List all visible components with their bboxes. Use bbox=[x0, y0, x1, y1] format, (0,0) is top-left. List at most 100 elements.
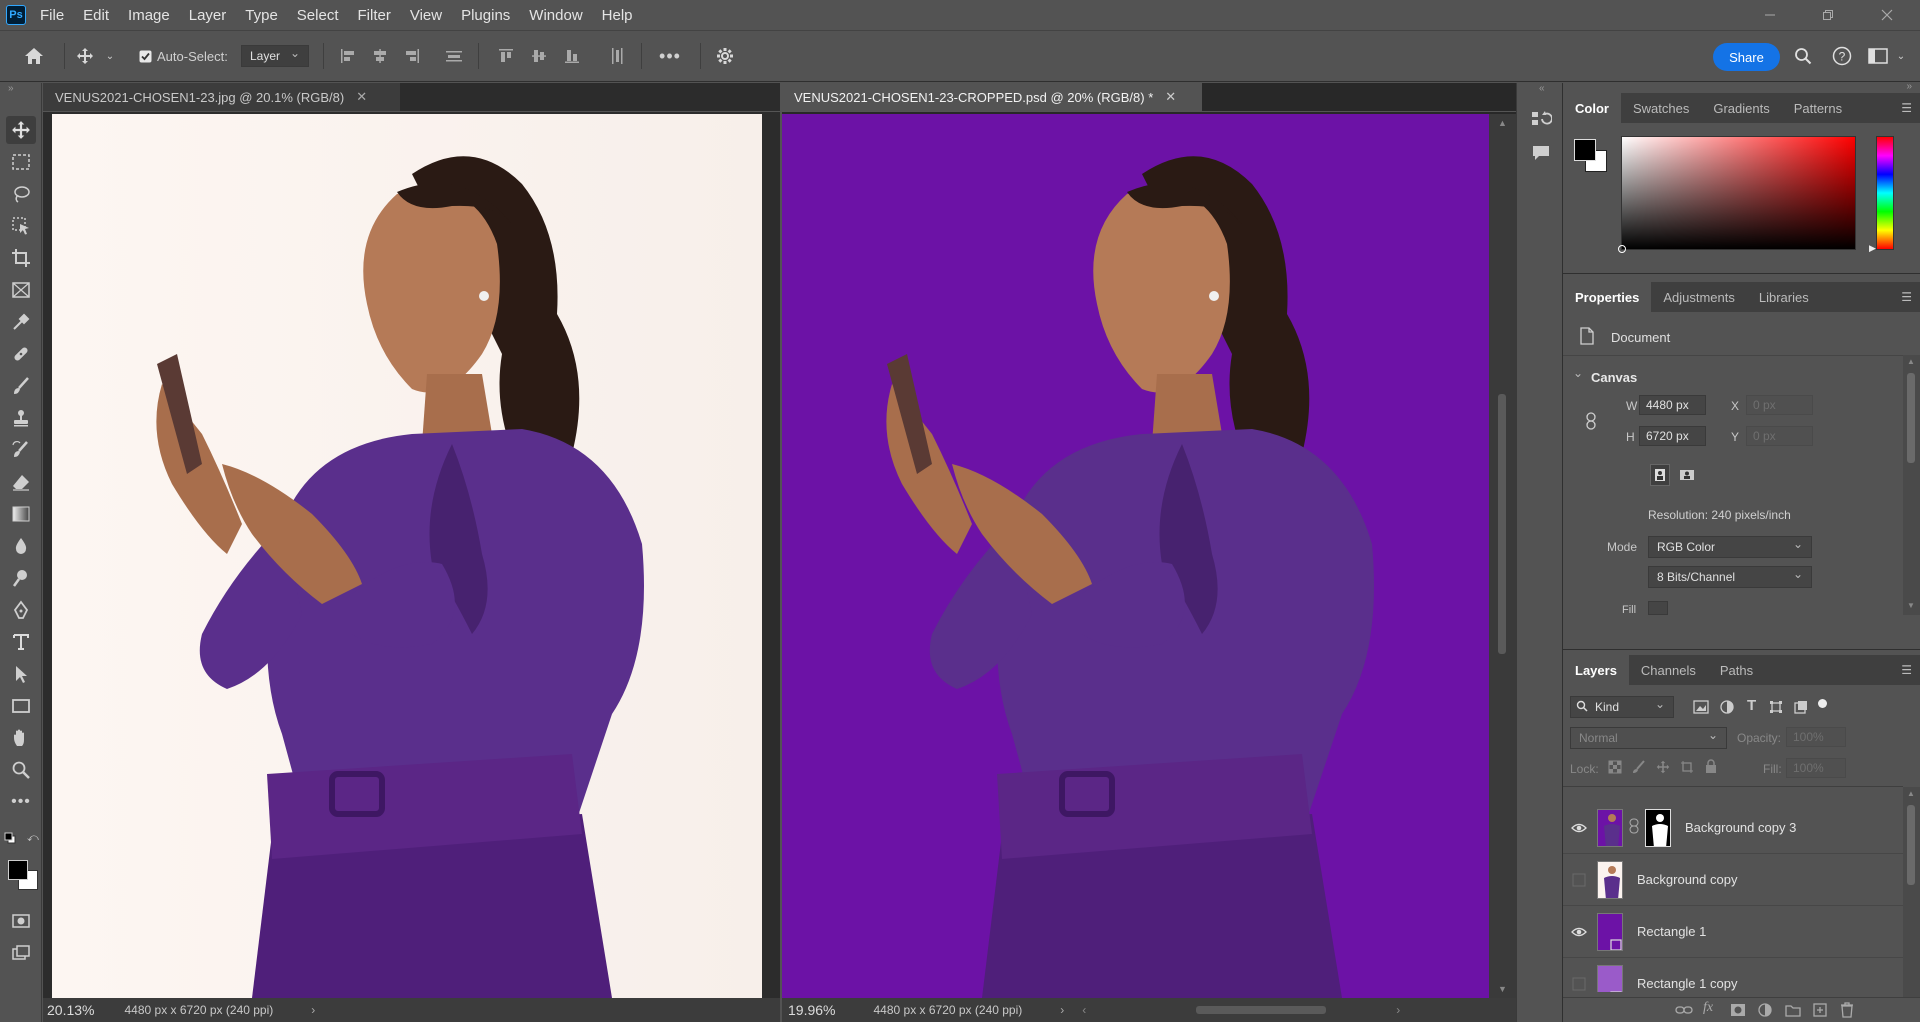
pen-tool-icon[interactable] bbox=[6, 596, 36, 624]
horizontal-scrollbar-thumb[interactable] bbox=[1196, 1006, 1327, 1014]
fg-bg-swatches[interactable] bbox=[1573, 138, 1609, 174]
canvas-cropped[interactable] bbox=[782, 114, 1489, 998]
filter-shape-icon[interactable] bbox=[1769, 700, 1783, 717]
scroll-right-icon[interactable]: › bbox=[1396, 1003, 1400, 1017]
layer-name[interactable]: Background copy 3 bbox=[1685, 820, 1796, 835]
layer-row[interactable]: Background copy 3 bbox=[1563, 802, 1903, 854]
tab-adjustments[interactable]: Adjustments bbox=[1651, 282, 1747, 312]
fill-swatch[interactable] bbox=[1648, 601, 1668, 615]
filter-smart-object-icon[interactable] bbox=[1794, 700, 1808, 717]
adjustment-layer-icon[interactable] bbox=[1758, 1003, 1772, 1020]
tab-channels[interactable]: Channels bbox=[1629, 655, 1708, 685]
lock-artboard-icon[interactable] bbox=[1680, 760, 1694, 777]
history-brush-tool-icon[interactable] bbox=[6, 436, 36, 464]
blend-mode-dropdown[interactable]: Normal bbox=[1570, 727, 1727, 749]
chevron-down-icon[interactable]: ⌄ bbox=[1895, 45, 1907, 67]
brush-tool-icon[interactable] bbox=[6, 372, 36, 400]
lock-all-icon[interactable] bbox=[1705, 759, 1717, 777]
tab-document-cropped[interactable]: VENUS2021-CHOSEN1-23-CROPPED.psd @ 20% (… bbox=[782, 83, 1202, 111]
filter-toggle-icon[interactable] bbox=[1818, 699, 1827, 708]
filter-adjustment-icon[interactable] bbox=[1720, 700, 1734, 717]
menu-type[interactable]: Type bbox=[245, 7, 278, 24]
link-icon[interactable] bbox=[1585, 412, 1597, 433]
fill-field[interactable]: 100% bbox=[1786, 758, 1846, 778]
layer-row[interactable]: Rectangle 1 bbox=[1563, 906, 1903, 958]
panel-menu-icon[interactable]: ☰ bbox=[1901, 290, 1912, 304]
height-field[interactable]: 6720 px bbox=[1639, 426, 1706, 446]
zoom-tool-icon[interactable] bbox=[6, 756, 36, 784]
menu-select[interactable]: Select bbox=[297, 7, 339, 24]
layer-name[interactable]: Rectangle 1 bbox=[1637, 924, 1706, 939]
layer-thumbnail[interactable] bbox=[1597, 964, 1623, 992]
swap-colors-icon[interactable]: ⤺ bbox=[27, 832, 39, 844]
align-middle-icon[interactable] bbox=[529, 45, 549, 67]
menu-window[interactable]: Window bbox=[529, 7, 582, 24]
search-icon[interactable] bbox=[1792, 45, 1814, 67]
tab-layers[interactable]: Layers bbox=[1563, 655, 1629, 685]
vertical-scrollbar[interactable]: ▲ ▼ bbox=[1489, 114, 1516, 998]
gear-icon[interactable] bbox=[714, 45, 736, 67]
lock-pixels-icon[interactable] bbox=[1632, 760, 1646, 777]
panel-menu-icon[interactable]: ☰ bbox=[1901, 663, 1912, 677]
type-tool-icon[interactable] bbox=[6, 628, 36, 656]
opacity-field[interactable]: 100% bbox=[1786, 727, 1846, 747]
canvas-original[interactable] bbox=[52, 114, 762, 998]
tab-patterns[interactable]: Patterns bbox=[1782, 93, 1854, 123]
zoom-level[interactable]: 20.13% bbox=[47, 1002, 94, 1018]
y-field[interactable]: 0 px bbox=[1746, 426, 1813, 446]
help-icon[interactable]: ? bbox=[1831, 45, 1853, 67]
align-center-icon[interactable] bbox=[370, 45, 390, 67]
layer-thumbnail[interactable] bbox=[1597, 808, 1623, 847]
path-selection-tool-icon[interactable] bbox=[6, 660, 36, 688]
hue-slider[interactable] bbox=[1876, 136, 1894, 250]
more-options-icon[interactable]: ••• bbox=[657, 45, 683, 67]
tab-color[interactable]: Color bbox=[1563, 93, 1621, 123]
distribute-horizontal-icon[interactable] bbox=[444, 45, 464, 67]
clone-stamp-tool-icon[interactable] bbox=[6, 404, 36, 432]
minimize-icon[interactable] bbox=[1755, 4, 1785, 26]
object-selection-tool-icon[interactable] bbox=[6, 212, 36, 240]
menu-view[interactable]: View bbox=[410, 7, 442, 24]
auto-select-target-dropdown[interactable]: Layer bbox=[241, 45, 309, 67]
color-swatches[interactable] bbox=[6, 858, 42, 894]
foreground-color-swatch[interactable] bbox=[8, 860, 28, 880]
filter-pixel-icon[interactable] bbox=[1693, 700, 1709, 717]
chevron-down-icon[interactable]: ⌄ bbox=[104, 45, 116, 67]
align-left-icon[interactable] bbox=[338, 45, 358, 67]
portrait-orientation-icon[interactable] bbox=[1650, 464, 1670, 486]
eyedropper-tool-icon[interactable] bbox=[6, 308, 36, 336]
screen-mode-icon[interactable] bbox=[6, 939, 36, 967]
menu-plugins[interactable]: Plugins bbox=[461, 7, 510, 24]
blur-tool-icon[interactable] bbox=[6, 532, 36, 560]
visibility-eye-icon[interactable] bbox=[1571, 924, 1587, 940]
bit-depth-dropdown[interactable]: 8 Bits/Channel bbox=[1648, 566, 1812, 588]
scroll-left-icon[interactable]: ‹ bbox=[1082, 1003, 1086, 1017]
menu-edit[interactable]: Edit bbox=[83, 7, 109, 24]
dodge-tool-icon[interactable] bbox=[6, 564, 36, 592]
close-icon[interactable] bbox=[1872, 4, 1902, 26]
canvas-section-title[interactable]: Canvas bbox=[1591, 370, 1637, 385]
restore-icon[interactable] bbox=[1813, 4, 1843, 26]
layer-row[interactable]: Rectangle 1 copy bbox=[1563, 958, 1903, 992]
eraser-tool-icon[interactable] bbox=[6, 468, 36, 496]
delete-layer-icon[interactable] bbox=[1840, 1002, 1854, 1021]
link-icon[interactable] bbox=[1629, 818, 1641, 837]
hand-tool-icon[interactable] bbox=[6, 724, 36, 752]
properties-scrollbar[interactable]: ▲ ▼ bbox=[1903, 355, 1920, 615]
panel-menu-icon[interactable]: ☰ bbox=[1901, 101, 1912, 115]
rectangle-tool-icon[interactable] bbox=[6, 692, 36, 720]
share-button[interactable]: Share bbox=[1713, 43, 1780, 71]
menu-help[interactable]: Help bbox=[602, 7, 633, 24]
new-group-icon[interactable] bbox=[1785, 1003, 1801, 1020]
move-tool-icon[interactable] bbox=[6, 116, 36, 144]
new-layer-icon[interactable] bbox=[1813, 1003, 1827, 1020]
home-icon[interactable] bbox=[22, 45, 46, 67]
layer-name[interactable]: Rectangle 1 copy bbox=[1637, 976, 1737, 991]
menu-image[interactable]: Image bbox=[128, 7, 170, 24]
landscape-orientation-icon[interactable] bbox=[1676, 464, 1698, 486]
default-colors-icon[interactable] bbox=[4, 832, 16, 844]
healing-brush-tool-icon[interactable] bbox=[6, 340, 36, 368]
align-top-icon[interactable] bbox=[496, 45, 516, 67]
visibility-toggle-empty[interactable] bbox=[1571, 976, 1587, 992]
zoom-level[interactable]: 19.96% bbox=[788, 1002, 835, 1018]
